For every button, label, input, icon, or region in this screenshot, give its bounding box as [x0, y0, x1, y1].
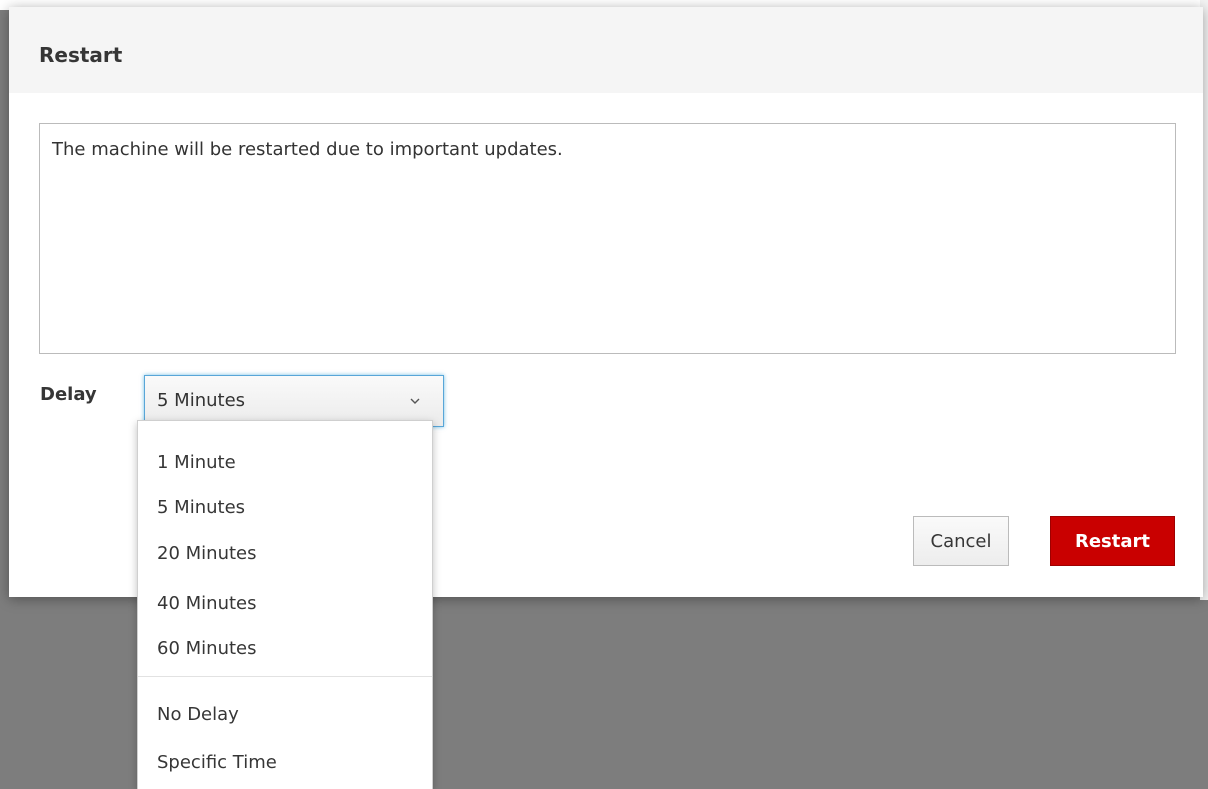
- restart-button[interactable]: Restart: [1050, 516, 1175, 566]
- delay-option-20-minutes[interactable]: 20 Minutes: [138, 534, 432, 574]
- delay-option-60-minutes[interactable]: 60 Minutes: [138, 629, 432, 669]
- delay-select-value: 5 Minutes: [157, 390, 246, 411]
- delay-option-specific-time[interactable]: Specific Time: [138, 743, 432, 783]
- delay-dropdown-menu: 1 Minute 5 Minutes 20 Minutes 40 Minutes…: [137, 420, 433, 789]
- chevron-down-icon: [410, 398, 420, 404]
- cancel-button[interactable]: Cancel: [913, 516, 1009, 566]
- delay-option-no-delay[interactable]: No Delay: [138, 695, 432, 735]
- dropdown-divider: [138, 676, 432, 677]
- delay-option-1-minute[interactable]: 1 Minute: [138, 443, 432, 483]
- delay-option-5-minutes[interactable]: 5 Minutes: [138, 488, 432, 528]
- dialog-header: Restart: [9, 7, 1203, 93]
- dialog-title: Restart: [39, 43, 123, 67]
- delay-label: Delay: [40, 384, 97, 405]
- delay-option-40-minutes[interactable]: 40 Minutes: [138, 584, 432, 624]
- restart-message-textarea[interactable]: The machine will be restarted due to imp…: [39, 123, 1176, 354]
